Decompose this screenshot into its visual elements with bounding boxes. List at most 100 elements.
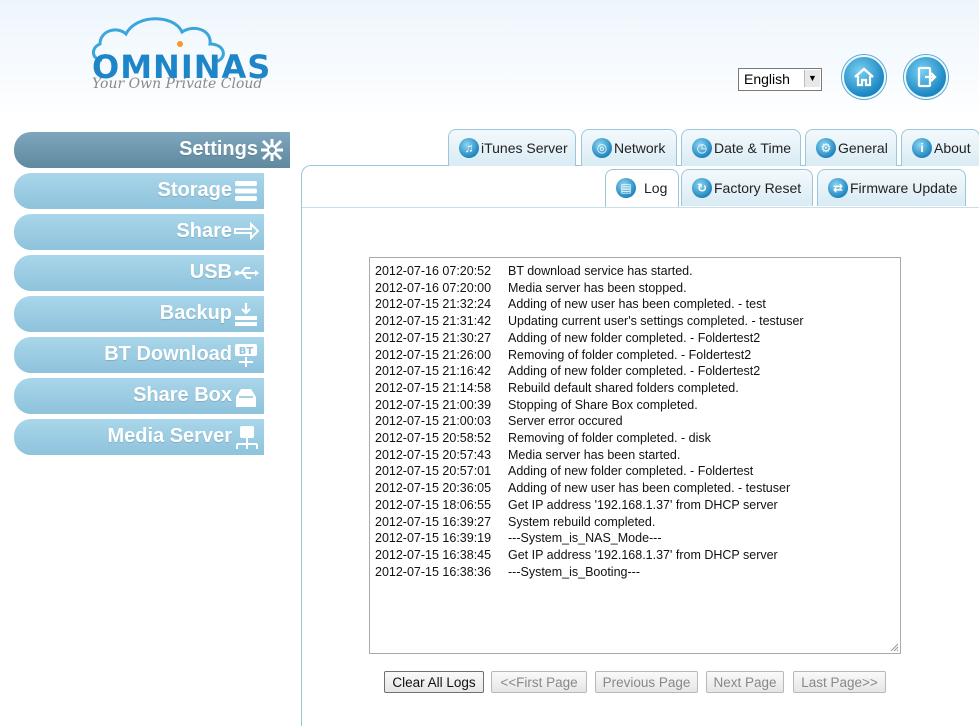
next-page-button[interactable]: Next Page xyxy=(706,671,784,693)
log-timestamp: 2012-07-15 18:06:55 xyxy=(375,497,492,512)
log-entry: 2012-07-15 21:31:42 Updating current user… xyxy=(375,314,804,328)
share-box-icon xyxy=(236,389,256,407)
log-timestamp: 2012-07-15 21:16:42 xyxy=(375,364,492,379)
log-entry: 2012-07-15 16:38:36 ---System_is_Booting-… xyxy=(375,565,640,579)
tab-about[interactable]: i About xyxy=(901,129,979,166)
tab-network[interactable]: ◎ Network xyxy=(581,129,677,166)
log-message: Media server has been started. xyxy=(508,447,681,462)
log-timestamp: 2012-07-16 07:20:00 xyxy=(375,280,492,295)
log-entry: 2012-07-15 20:57:01 Adding of new folder … xyxy=(375,464,753,478)
logout-button[interactable] xyxy=(904,55,948,99)
tab-label: Date & Time xyxy=(714,140,792,156)
sidebar: Settings Storage Share USB Backup BT Dow… xyxy=(14,132,290,460)
log-entry: 2012-07-15 21:00:39 Stopping of Share Box… xyxy=(375,398,698,412)
log-message: Removing of folder completed. - Folderte… xyxy=(508,347,752,362)
log-timestamp: 2012-07-15 21:32:24 xyxy=(375,297,492,312)
sidebar-item-media-server[interactable]: Media Server xyxy=(14,419,264,455)
sidebar-item-usb[interactable]: USB xyxy=(14,255,264,291)
log-message: Adding of new folder completed. - Folder… xyxy=(508,364,761,379)
header: OMNINAS Your Own Private Cloud English ▼ xyxy=(0,0,979,118)
log-entry: 2012-07-15 21:16:42 Adding of new folder … xyxy=(375,364,760,378)
storage-icon xyxy=(235,181,257,201)
log-message: Rebuild default shared folders completed… xyxy=(508,380,739,395)
last-page-button[interactable]: Last Page>> xyxy=(793,671,886,693)
first-page-button[interactable]: <<First Page xyxy=(491,671,587,693)
log-timestamp: 2012-07-15 21:00:39 xyxy=(375,397,492,412)
clear-all-logs-button[interactable]: Clear All Logs xyxy=(384,671,484,693)
log-timestamp: 2012-07-15 16:39:19 xyxy=(375,531,492,546)
log-timestamp: 2012-07-15 16:39:27 xyxy=(375,514,492,529)
language-select[interactable]: English ▼ xyxy=(738,68,822,91)
log-message: Adding of new folder completed. - Folder… xyxy=(508,464,754,479)
bt-download-icon: BT xyxy=(235,344,257,367)
log-entry: 2012-07-16 07:20:00 Media server has been… xyxy=(375,281,687,295)
log-textarea[interactable]: 2012-07-16 07:20:52 BT download service h… xyxy=(369,257,901,654)
tab-date-time[interactable]: ◷ Date & Time xyxy=(681,129,801,166)
tab-label: About xyxy=(934,140,971,156)
share-icon xyxy=(234,221,259,241)
sidebar-item-storage[interactable]: Storage xyxy=(14,173,264,209)
log-message: ---System_is_Booting--- xyxy=(508,564,640,579)
log-entry: 2012-07-15 21:26:00 Removing of folder co… xyxy=(375,348,751,362)
tab-factory-reset[interactable]: ↻ Factory Reset xyxy=(681,169,813,206)
language-value: English xyxy=(744,71,790,87)
log-message: Updating current user's settings complet… xyxy=(508,314,804,329)
sidebar-item-label: Share xyxy=(176,220,232,242)
log-icon: ▤ xyxy=(616,178,636,198)
log-message: Removing of folder completed. - disk xyxy=(508,431,711,445)
tab-log[interactable]: ▤ Log xyxy=(605,169,679,208)
log-entry: 2012-07-15 21:32:24 Adding of new user ha… xyxy=(375,297,766,311)
tab-label: General xyxy=(838,140,888,156)
sidebar-item-share-box[interactable]: Share Box xyxy=(14,378,264,414)
sidebar-item-bt-download[interactable]: BT Download BT xyxy=(14,337,264,373)
tab-divider xyxy=(302,207,979,208)
sidebar-item-label: BT Download xyxy=(104,343,232,365)
resize-grip-icon[interactable] xyxy=(889,642,899,652)
info-icon: i xyxy=(912,138,932,158)
media-server-icon xyxy=(236,426,258,449)
settings-icon xyxy=(261,139,283,161)
home-button[interactable] xyxy=(842,55,886,99)
log-timestamp: 2012-07-15 21:26:00 xyxy=(375,347,492,362)
log-timestamp: 2012-07-15 21:30:27 xyxy=(375,330,492,345)
log-message: BT download service has started. xyxy=(508,264,693,278)
itunes-icon: ♫ xyxy=(459,138,479,158)
usb-icon xyxy=(234,267,259,279)
log-timestamp: 2012-07-16 07:20:52 xyxy=(375,264,492,278)
sidebar-item-label: Share Box xyxy=(133,384,232,406)
sidebar-item-backup[interactable]: Backup xyxy=(14,296,264,332)
log-entry: 2012-07-16 07:20:52 BT download service h… xyxy=(375,264,693,278)
tab-general[interactable]: ⚙ General xyxy=(805,129,897,166)
previous-page-button[interactable]: Previous Page xyxy=(595,671,698,693)
home-icon xyxy=(854,67,874,87)
svg-text:BT: BT xyxy=(239,346,254,357)
network-icon: ◎ xyxy=(592,138,612,158)
log-message: Server error occured xyxy=(508,414,623,429)
logout-icon xyxy=(917,66,937,88)
sidebar-item-label: Storage xyxy=(157,179,232,201)
tab-firmware-update[interactable]: ⇄ Firmware Update xyxy=(817,169,966,206)
log-timestamp: 2012-07-15 16:38:45 xyxy=(375,547,492,562)
log-timestamp: 2012-07-15 20:36:05 xyxy=(375,481,492,496)
log-message: Stopping of Share Box completed. xyxy=(508,397,698,412)
log-timestamp: 2012-07-15 20:58:52 xyxy=(375,431,492,445)
tab-label: Log xyxy=(644,180,668,196)
log-message: Media server has been stopped. xyxy=(508,280,687,295)
log-message: Get IP address '192.168.1.37' from DHCP … xyxy=(508,497,778,512)
log-entry: 2012-07-15 21:14:58 Rebuild default share… xyxy=(375,381,739,395)
log-message: Adding of new user has been completed. -… xyxy=(508,297,766,312)
tab-itunes-server[interactable]: ♫ iTunes Server xyxy=(448,129,576,166)
sidebar-item-share[interactable]: Share xyxy=(14,214,264,250)
brand-tagline: Your Own Private Cloud xyxy=(92,76,263,92)
log-message: Adding of new user has been completed. -… xyxy=(508,481,791,496)
sidebar-item-label: Settings xyxy=(179,138,258,160)
log-message: Adding of new folder completed. - Folder… xyxy=(508,330,761,345)
log-message: ---System_is_NAS_Mode--- xyxy=(508,531,662,546)
tab-label: Network xyxy=(614,140,666,156)
sidebar-item-settings[interactable]: Settings xyxy=(14,132,290,168)
log-timestamp: 2012-07-15 20:57:43 xyxy=(375,447,492,462)
tab-label: iTunes Server xyxy=(481,140,568,156)
general-icon: ⚙ xyxy=(816,138,836,158)
log-entry: 2012-07-15 20:36:05 Adding of new user ha… xyxy=(375,481,790,495)
log-entry: 2012-07-15 21:30:27 Adding of new folder … xyxy=(375,331,760,345)
